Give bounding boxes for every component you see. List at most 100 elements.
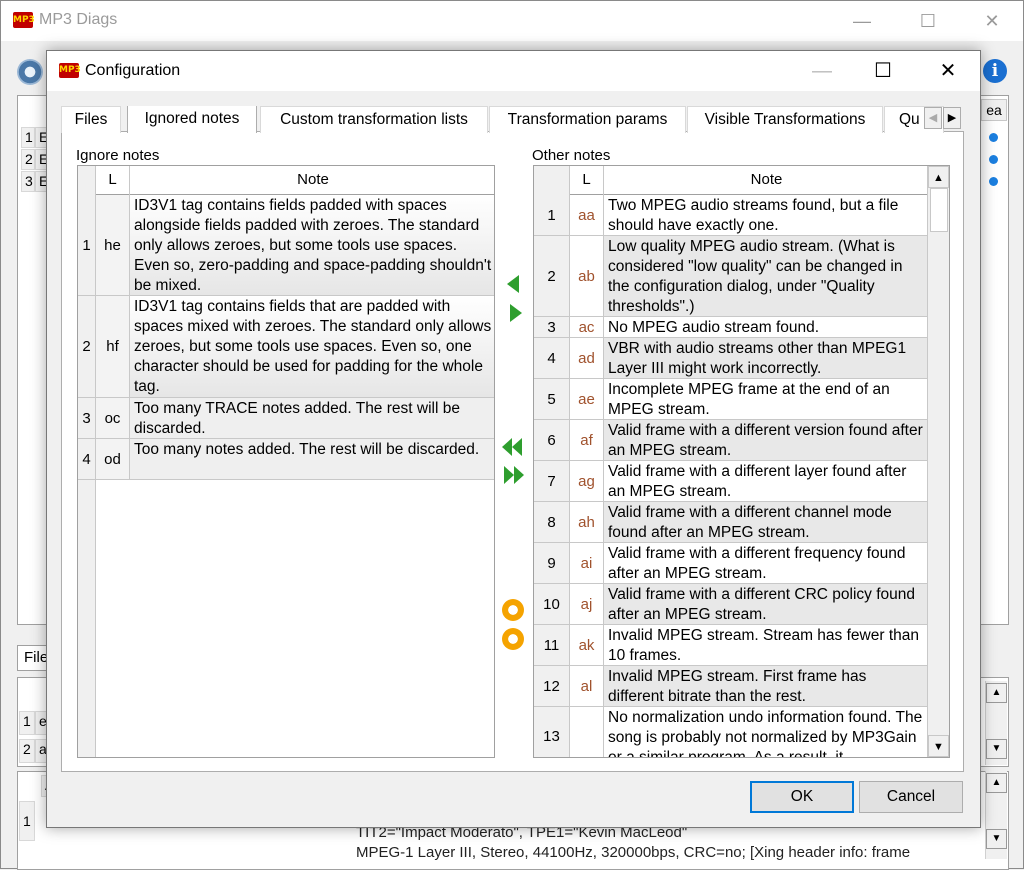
table-row[interactable]: 9 ai Valid frame with a different frequenc… — [534, 543, 927, 584]
note-code: ah — [570, 502, 604, 542]
table-row[interactable]: 10 aj Valid frame with a different CRC pol… — [534, 584, 927, 625]
table-row[interactable]: 1 he ID3V1 tag contains fields padded wi… — [78, 195, 494, 296]
bg-row-number: 2 — [19, 739, 35, 763]
note-code: he — [96, 195, 130, 295]
bg-column-header-ea: ea — [981, 99, 1007, 121]
row-number: 10 — [534, 584, 570, 624]
status-dot-icon — [989, 155, 998, 164]
row-number: 2 — [534, 236, 570, 316]
table-row[interactable]: 3 ac No MPEG audio stream found. — [534, 317, 927, 338]
scroll-down-icon[interactable]: ▼ — [928, 735, 949, 757]
note-text: ID3V1 tag contains fields padded with sp… — [130, 195, 494, 295]
table-row[interactable]: 4 od Too many notes added. The rest will… — [78, 439, 494, 480]
column-header-l[interactable]: L — [570, 166, 604, 195]
row-number: 13 — [534, 707, 570, 757]
table-row[interactable]: 8 ah Valid frame with a different channel … — [534, 502, 927, 543]
column-header-l[interactable]: L — [96, 166, 130, 195]
note-code: ai — [570, 543, 604, 583]
note-text: ID3V1 tag contains fields that are padde… — [130, 296, 494, 397]
bg-scrollbar[interactable]: ▲ ▼ — [985, 681, 1007, 765]
scroll-thumb[interactable] — [930, 188, 948, 232]
column-header-note[interactable]: Note — [604, 166, 929, 195]
scroll-down-icon[interactable]: ▼ — [986, 829, 1007, 849]
table-row[interactable]: 3 oc Too many TRACE notes added. The res… — [78, 398, 494, 439]
scroll-up-icon[interactable]: ▲ — [928, 166, 949, 188]
note-text: Valid frame with a different frequency f… — [608, 545, 906, 582]
note-text: Too many TRACE notes added. The rest wil… — [130, 398, 494, 438]
row-number: 9 — [534, 543, 570, 583]
note-text: Low quality MPEG audio stream. (What is … — [604, 236, 927, 316]
tab-ignored-notes[interactable]: Ignored notes — [127, 106, 257, 133]
note-code: aa — [570, 195, 604, 235]
vertical-scrollbar[interactable]: ▲ ▼ — [927, 166, 949, 757]
note-text: Valid frame with a different channel mod… — [604, 502, 927, 542]
maximize-icon[interactable]: ☐ — [905, 1, 951, 41]
row-number: 5 — [534, 379, 570, 419]
row-number: 11 — [534, 625, 570, 665]
configuration-dialog: MP3 Configuration — ☐ ✕ Files Ignored no… — [46, 50, 981, 828]
dialog-titlebar: MP3 Configuration — ☐ ✕ — [47, 51, 980, 91]
restore-open-icon[interactable] — [502, 628, 524, 650]
minimize-icon[interactable]: — — [839, 1, 885, 41]
note-code: ad — [570, 338, 604, 378]
restore-default-icon[interactable] — [502, 599, 524, 621]
move-left-button[interactable] — [502, 273, 524, 295]
scroll-up-icon[interactable]: ▲ — [986, 683, 1007, 703]
maximize-icon[interactable]: ☐ — [860, 51, 906, 91]
status-dot-icon — [989, 133, 998, 142]
other-notes-table[interactable]: L Note 1 aa Two MPEG audio streams found, … — [533, 165, 950, 758]
note-code: ac — [570, 317, 604, 337]
note-text: Invalid MPEG stream. Stream has fewer th… — [608, 627, 919, 664]
table-row[interactable]: 4 ad VBR with audio streams other than MPE… — [534, 338, 927, 379]
bg-row-number: 2 — [21, 149, 35, 170]
settings-gear-icon[interactable] — [17, 59, 43, 85]
scroll-down-icon[interactable]: ▼ — [986, 739, 1007, 759]
table-header: L Note — [78, 166, 494, 195]
tab-scroll-right-icon[interactable]: ▶ — [943, 107, 961, 129]
table-row[interactable]: 2 hf ID3V1 tag contains fields that are … — [78, 296, 494, 398]
table-row[interactable]: 13 No normalization undo information foun… — [534, 707, 927, 757]
corner-cell — [78, 166, 96, 195]
table-row[interactable]: 5 ae Incomplete MPEG frame at the end of a… — [534, 379, 927, 420]
tab-visible-transformations[interactable]: Visible Transformations — [687, 106, 883, 133]
table-row[interactable]: 7 ag Valid frame with a different layer fo… — [534, 461, 927, 502]
note-code: od — [96, 439, 130, 479]
tab-scroll-left-icon[interactable]: ◀ — [924, 107, 942, 129]
table-row[interactable]: 11 ak Invalid MPEG stream. Stream has fewe… — [534, 625, 927, 666]
note-code: ag — [570, 461, 604, 501]
table-row[interactable]: 1 aa Two MPEG audio streams found, but a f… — [534, 195, 927, 236]
scroll-up-icon[interactable]: ▲ — [986, 773, 1007, 793]
bg-row-number: 3 — [21, 171, 35, 192]
tab-custom-transformation-lists[interactable]: Custom transformation lists — [260, 106, 488, 133]
ignore-notes-table[interactable]: L Note 1 he ID3V1 tag contains fields pa… — [77, 165, 495, 758]
info-icon[interactable]: i — [983, 59, 1007, 83]
table-row[interactable]: 12 al Invalid MPEG stream. First frame has… — [534, 666, 927, 707]
move-all-left-button[interactable] — [501, 436, 523, 458]
row-number: 3 — [534, 317, 570, 337]
move-right-button[interactable] — [505, 302, 527, 324]
table-row[interactable]: 2 ab Low quality MPEG audio stream. (What … — [534, 236, 927, 317]
note-code: aj — [570, 584, 604, 624]
note-text: Valid frame with a different version fou… — [604, 420, 927, 460]
cancel-button[interactable]: Cancel — [859, 781, 963, 813]
table-row[interactable]: 6 af Valid frame with a different version … — [534, 420, 927, 461]
ok-button[interactable]: OK — [750, 781, 854, 813]
close-icon[interactable]: ✕ — [969, 1, 1015, 41]
note-code — [570, 707, 604, 757]
bg-row-number: 1 — [19, 711, 35, 735]
bg-row-number: 1 — [19, 801, 35, 841]
note-text: Two MPEG audio streams found, but a file… — [608, 197, 899, 234]
column-header-note[interactable]: Note — [130, 166, 494, 195]
note-code: ab — [570, 236, 604, 316]
move-all-right-button[interactable] — [503, 464, 525, 486]
tab-files[interactable]: Files — [61, 106, 121, 133]
bg-row-number: 1 — [21, 127, 35, 148]
row-number: 12 — [534, 666, 570, 706]
note-text: Valid frame with a different layer found… — [608, 463, 907, 500]
note-code: al — [570, 666, 604, 706]
status-dot-icon — [989, 177, 998, 186]
tab-transformation-params[interactable]: Transformation params — [489, 106, 686, 133]
row-number: 6 — [534, 420, 570, 460]
bg-scrollbar[interactable]: ▲ ▼ — [985, 771, 1007, 859]
close-icon[interactable]: ✕ — [925, 51, 971, 91]
